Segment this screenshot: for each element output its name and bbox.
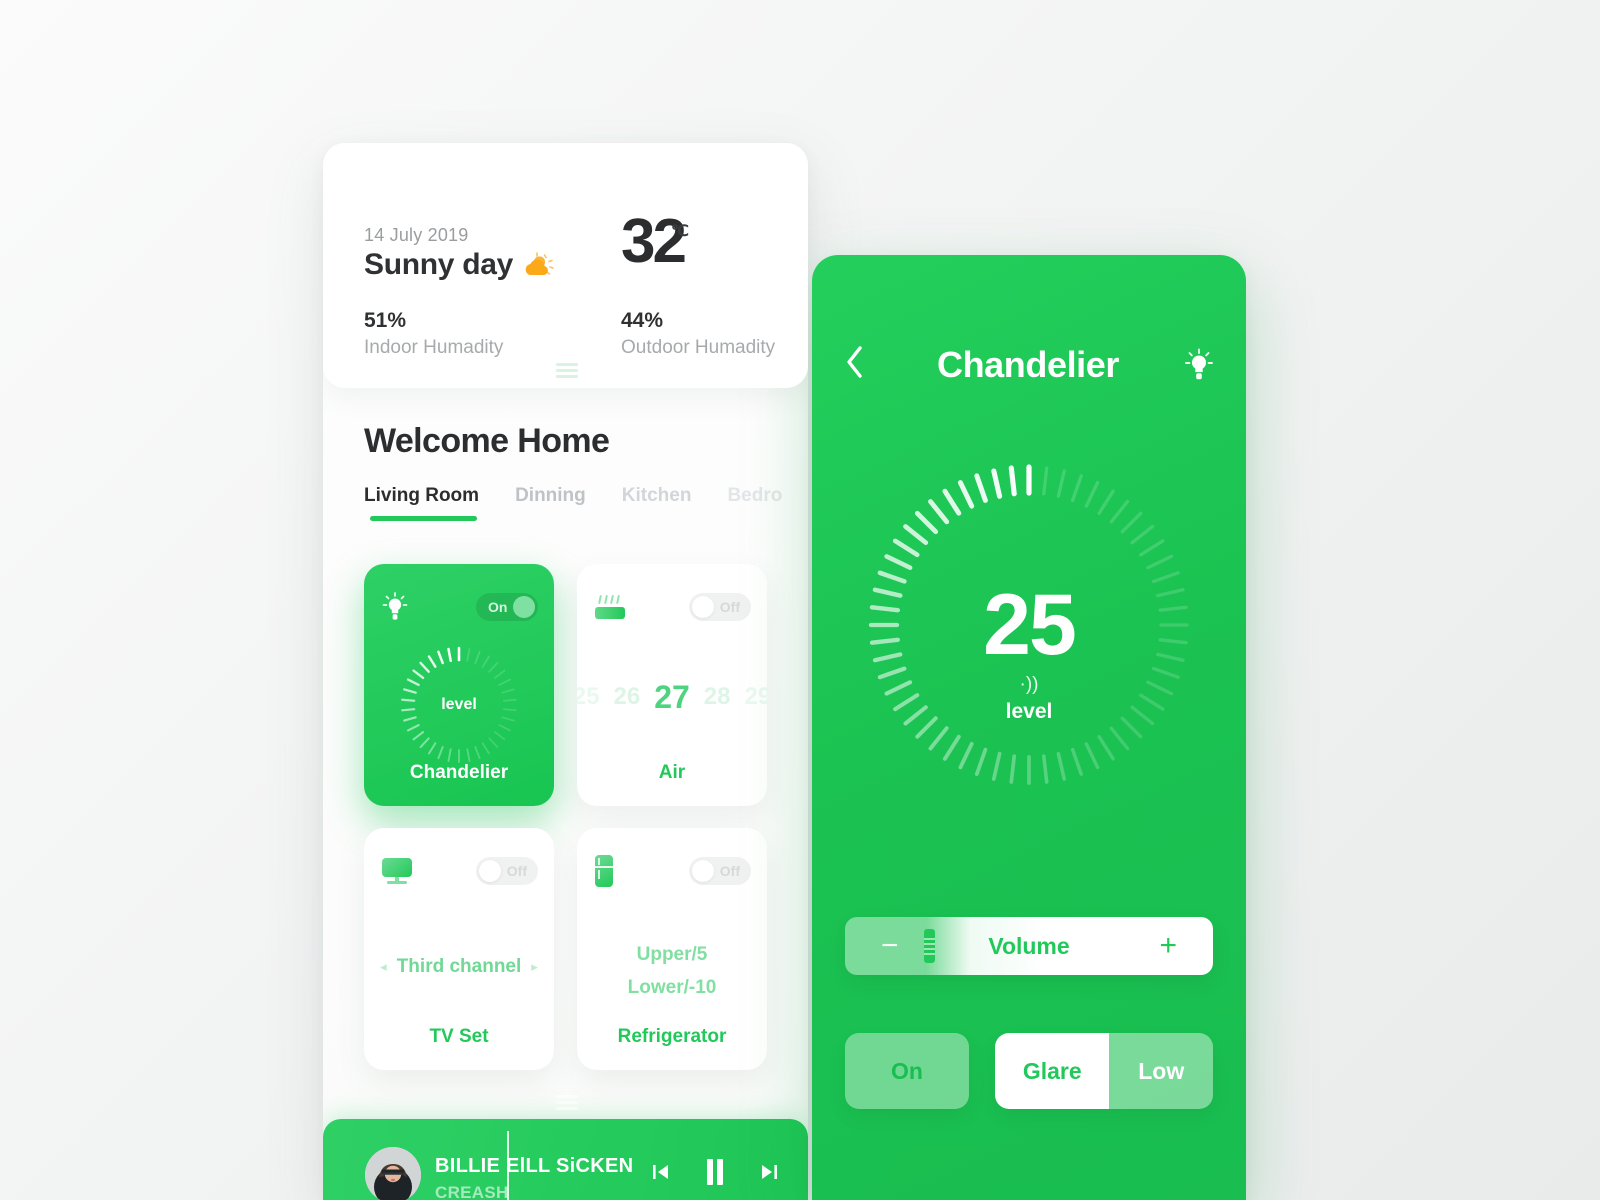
- toggle-label: Off: [506, 863, 527, 879]
- indoor-humidity-value: 51%: [364, 309, 407, 332]
- room-tabs: Living Room Dinning Kitchen Bedro: [364, 485, 782, 521]
- chandelier-detail-phone: Chandelier 25 ·)) level − Volume + On Gl…: [812, 255, 1246, 1200]
- mode-segmented-control: Glare Low: [995, 1033, 1213, 1109]
- weather-date: 14 July 2019: [364, 225, 469, 245]
- skip-next-icon[interactable]: [760, 1164, 780, 1185]
- temp-option[interactable]: 29: [745, 683, 768, 711]
- device-card-refrigerator[interactable]: Off Upper/5 Lower/-10 Refrigerator: [577, 828, 767, 1070]
- weather-temperature-unit: ℃: [671, 223, 689, 240]
- device-name-chandelier: Chandelier: [409, 762, 509, 783]
- avatar: [365, 1147, 421, 1200]
- toggle-label: On: [488, 599, 508, 615]
- temp-option[interactable]: 28: [704, 683, 731, 711]
- dial-value: 25: [983, 577, 1077, 673]
- card-header: Off: [382, 854, 538, 888]
- home-screen-phone: 14 July 2019 Sunny day 32 ℃ 51% Indoor H…: [323, 143, 808, 1200]
- temp-option-selected[interactable]: 27: [654, 679, 690, 716]
- toggle-label: Off: [719, 599, 740, 615]
- volume-label: Volume: [988, 932, 1070, 959]
- toggle-chandelier[interactable]: On: [476, 593, 538, 621]
- skip-previous-icon[interactable]: [650, 1164, 670, 1185]
- page-title: Welcome Home: [364, 422, 610, 460]
- refrigerator-upper-value: Upper/5: [636, 944, 708, 965]
- device-card-chandelier[interactable]: On level Chandelier: [364, 564, 554, 806]
- mode-low-button[interactable]: Low: [1109, 1033, 1213, 1109]
- outdoor-humidity-value: 44%: [621, 309, 664, 332]
- weather-card-drag-handle[interactable]: [556, 363, 578, 378]
- tab-dinning[interactable]: Dinning: [515, 485, 586, 521]
- music-player[interactable]: BILLIE ElLL SiCKEN CREASH: [323, 1119, 808, 1200]
- card-header: Off: [595, 854, 751, 888]
- power-on-button[interactable]: On: [845, 1033, 969, 1109]
- indoor-humidity-label: Indoor Humadity: [364, 337, 504, 358]
- mode-glare-button[interactable]: Glare: [995, 1033, 1110, 1109]
- sun-cloud-icon: [523, 252, 557, 278]
- temp-option[interactable]: 26: [614, 683, 641, 711]
- toggle-knob: [479, 860, 501, 882]
- player-controls: [650, 1159, 780, 1190]
- device-name-air: Air: [658, 762, 686, 783]
- tv-channel-value: Third channel: [396, 956, 522, 977]
- device-card-air[interactable]: Off 25 26 27 28 29 Air: [577, 564, 767, 806]
- weather-condition: Sunny day: [364, 248, 557, 282]
- detail-title: Chandelier: [936, 344, 1120, 385]
- toggle-knob: [692, 596, 714, 618]
- player-drag-handle[interactable]: [556, 1095, 578, 1110]
- tab-living-room[interactable]: Living Room: [364, 485, 479, 521]
- bulb-icon[interactable]: [1184, 348, 1214, 382]
- tv-icon: [382, 858, 412, 884]
- toggle-refrigerator[interactable]: Off: [689, 857, 751, 885]
- outdoor-humidity-label: Outdoor Humadity: [621, 337, 776, 358]
- tab-kitchen[interactable]: Kitchen: [622, 485, 692, 521]
- toggle-knob: [692, 860, 714, 882]
- volume-slider[interactable]: − Volume +: [845, 917, 1213, 975]
- pause-icon[interactable]: [704, 1159, 726, 1190]
- toggle-label: Off: [719, 863, 740, 879]
- refrigerator-lower-value: Lower/-10: [627, 977, 717, 999]
- volume-increase-button[interactable]: +: [1159, 931, 1177, 961]
- device-name-tv: TV Set: [429, 1026, 489, 1047]
- prev-channel-button[interactable]: ◂: [380, 959, 387, 975]
- mode-button-row: On Glare Low: [845, 1033, 1213, 1109]
- temp-option[interactable]: 25: [577, 683, 600, 711]
- track-title: BILLIE ElLL SiCKEN: [435, 1155, 634, 1177]
- toggle-tv[interactable]: Off: [476, 857, 538, 885]
- app-canvas: 14 July 2019 Sunny day 32 ℃ 51% Indoor H…: [0, 0, 1600, 1200]
- air-conditioner-icon: [595, 594, 625, 619]
- tv-channel-selector: ◂ Third channel ▸: [364, 956, 554, 978]
- dial-label: level: [441, 696, 477, 713]
- toggle-knob: [513, 596, 535, 618]
- card-header: On: [382, 590, 538, 624]
- tab-bedroom[interactable]: Bedro: [727, 485, 782, 521]
- weather-condition-text: Sunny day: [364, 248, 513, 281]
- track-artist: CREASH: [435, 1183, 509, 1200]
- dial-label: level: [1005, 700, 1053, 723]
- detail-header: Chandelier: [812, 337, 1246, 393]
- device-name-refrigerator: Refrigerator: [617, 1026, 727, 1047]
- bulb-icon: [382, 592, 408, 622]
- air-temperature-picker[interactable]: 25 26 27 28 29: [577, 674, 767, 720]
- refrigerator-readouts: Upper/5 Lower/-10: [577, 938, 767, 1005]
- refrigerator-icon: [595, 855, 613, 887]
- device-card-tv[interactable]: Off ◂ Third channel ▸ TV Set: [364, 828, 554, 1070]
- brightness-dial[interactable]: 25 ·)) level: [864, 460, 1194, 790]
- card-header: Off: [595, 590, 751, 624]
- chandelier-level-dial[interactable]: level: [400, 646, 518, 764]
- weather-card: 14 July 2019 Sunny day 32 ℃ 51% Indoor H…: [323, 143, 808, 388]
- toggle-air[interactable]: Off: [689, 593, 751, 621]
- next-channel-button[interactable]: ▸: [531, 959, 538, 975]
- wave-icon: ·)): [1019, 674, 1039, 695]
